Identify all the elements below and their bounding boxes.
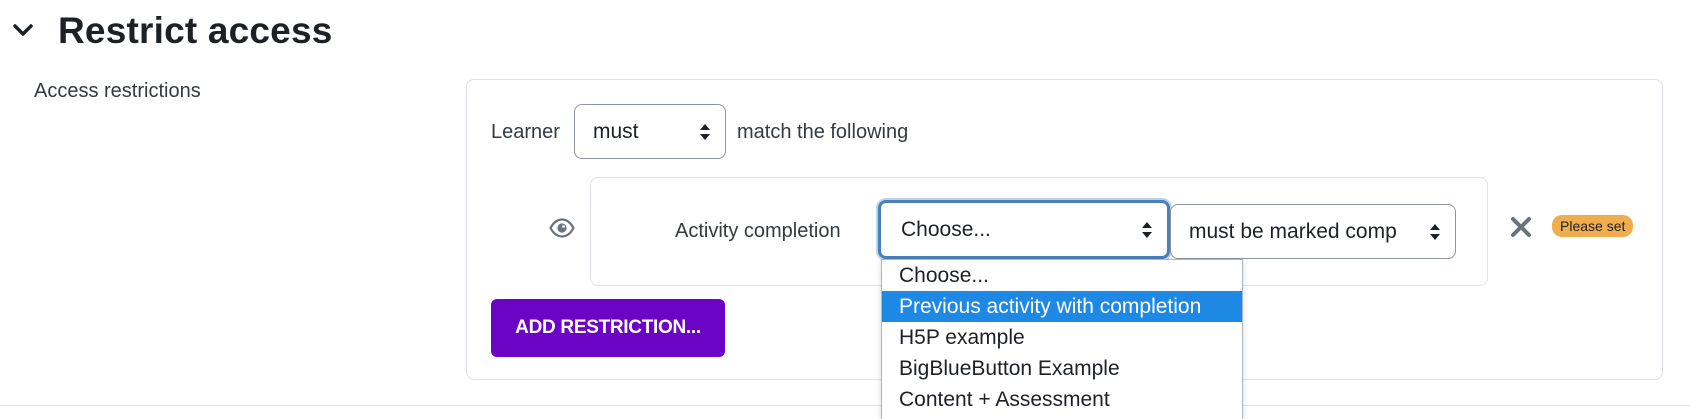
dropdown-option[interactable]: BigBlueButton Example <box>882 353 1242 384</box>
activity-select[interactable]: Choose... <box>878 200 1170 259</box>
learner-label: Learner <box>491 121 560 143</box>
must-select-value: must <box>593 119 639 143</box>
access-restrictions-label: Access restrictions <box>34 80 201 102</box>
completion-state-value: must be marked comp <box>1189 219 1397 243</box>
close-icon[interactable] <box>1510 216 1532 238</box>
select-arrows-icon <box>1142 221 1152 238</box>
dropdown-option[interactable]: Content + Assessment <box>882 384 1242 415</box>
dropdown-option[interactable]: Choose... <box>882 260 1242 291</box>
chevron-down-icon[interactable] <box>10 18 36 44</box>
completion-state-select[interactable]: must be marked comp <box>1170 204 1456 259</box>
section-title: Restrict access <box>58 10 333 51</box>
add-restriction-button[interactable]: ADD RESTRICTION... <box>491 299 725 357</box>
activity-dropdown-list[interactable]: Choose... Previous activity with complet… <box>881 259 1243 419</box>
select-arrows-icon <box>700 123 710 140</box>
section-divider <box>0 405 1690 406</box>
please-set-badge: Please set <box>1552 215 1634 237</box>
match-following-label: match the following <box>737 121 909 143</box>
dropdown-option-highlighted[interactable]: Previous activity with completion <box>882 291 1242 322</box>
activity-completion-label: Activity completion <box>675 220 841 242</box>
must-select[interactable]: must <box>574 104 726 159</box>
section-header[interactable]: Restrict access <box>10 6 333 56</box>
eye-icon[interactable] <box>549 216 575 240</box>
activity-select-value: Choose... <box>901 217 991 241</box>
dropdown-option[interactable]: H5P example <box>882 322 1242 353</box>
select-arrows-icon <box>1430 223 1440 240</box>
